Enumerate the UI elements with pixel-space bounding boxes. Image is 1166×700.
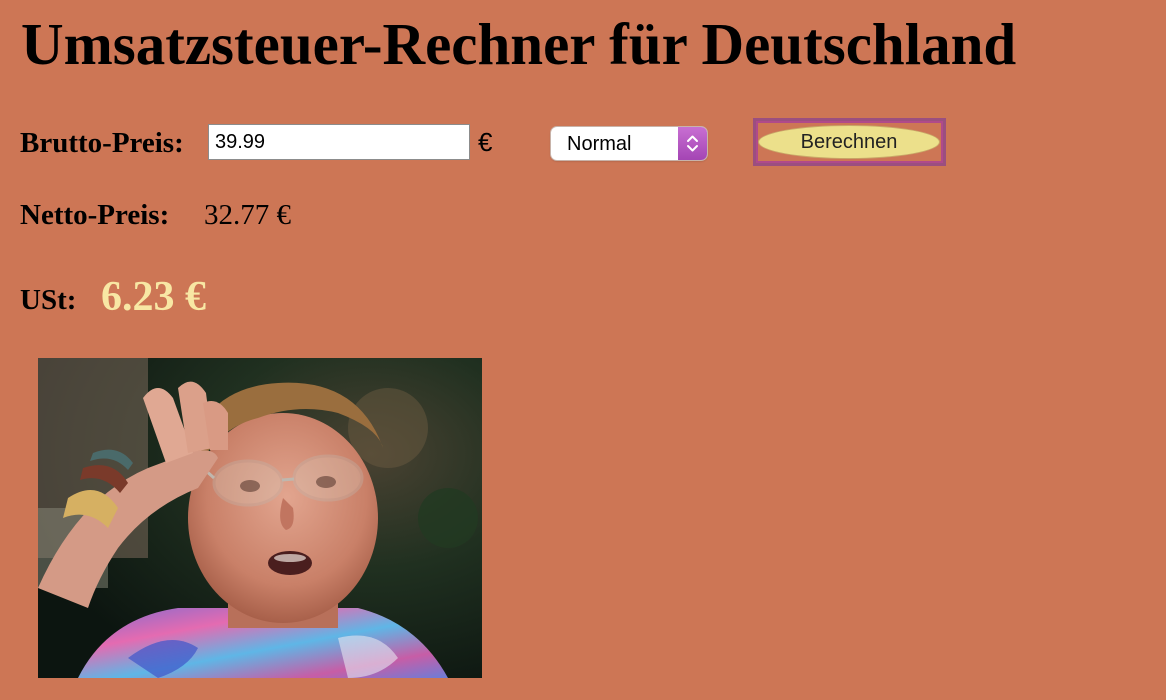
brutto-input[interactable] <box>209 125 469 159</box>
reaction-photo-illustration <box>38 358 482 678</box>
brutto-label: Brutto-Preis: <box>20 127 184 159</box>
reaction-photo <box>38 358 482 678</box>
brutto-input-wrapper[interactable] <box>208 124 470 160</box>
netto-value: 32.77 € <box>204 199 291 231</box>
rate-select-value: Normal <box>567 133 632 155</box>
rate-select[interactable]: Normal <box>551 127 707 160</box>
page: Umsatzsteuer-Rechner für Deutschland Bru… <box>0 0 1166 700</box>
netto-label: Netto-Preis: <box>20 199 170 231</box>
ust-value: 6.23 € <box>101 274 206 320</box>
ust-label: USt: <box>20 284 77 316</box>
calculate-button[interactable]: Berechnen <box>758 125 940 159</box>
page-title: Umsatzsteuer-Rechner für Deutschland <box>21 11 1017 77</box>
currency-symbol: € <box>478 127 493 157</box>
select-arrows-icon <box>678 127 707 160</box>
